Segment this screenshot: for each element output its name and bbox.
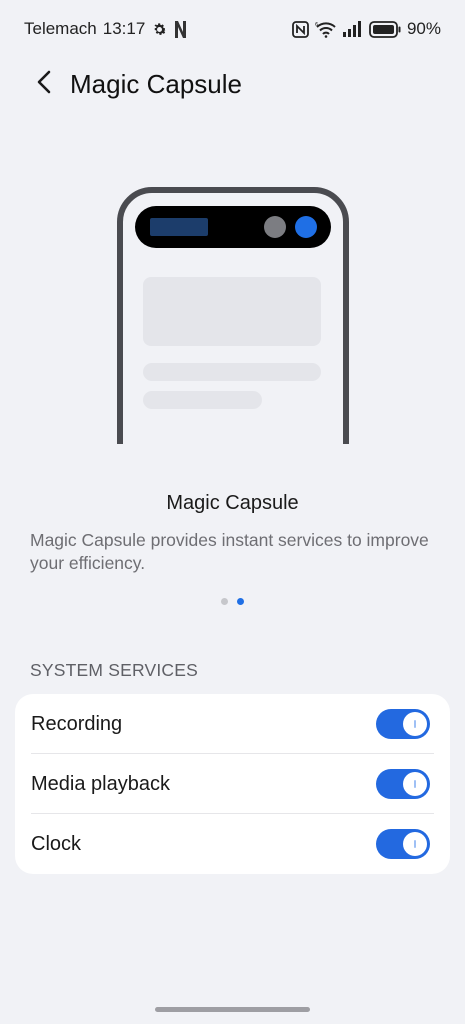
service-row-media-playback[interactable]: Media playback <box>15 754 450 814</box>
page-dot-active[interactable] <box>237 598 244 605</box>
clock-time: 13:17 <box>102 19 146 38</box>
feature-description: Magic Capsule provides instant services … <box>30 530 429 573</box>
page-indicator <box>0 598 465 605</box>
battery-icon <box>369 20 401 38</box>
carrier-name: Telemach <box>24 19 97 38</box>
signal-icon <box>342 21 363 37</box>
nfc-icon <box>292 20 309 38</box>
service-label: Media playback <box>31 772 170 795</box>
netflix-icon <box>174 20 187 38</box>
back-button[interactable] <box>20 60 68 108</box>
chevron-left-icon <box>37 70 51 99</box>
svg-text:6: 6 <box>315 22 318 28</box>
system-services-card: Recording Media playback Clock <box>15 694 450 874</box>
page-dot[interactable] <box>221 598 228 605</box>
service-row-clock[interactable]: Clock <box>15 814 450 874</box>
status-left: Telemach 13:17 <box>24 19 187 39</box>
status-bar: Telemach 13:17 6 90% <box>0 0 465 58</box>
status-right: 6 90% <box>292 19 441 39</box>
page-header: Magic Capsule <box>0 60 465 108</box>
service-label: Recording <box>31 712 123 735</box>
home-indicator[interactable] <box>155 1007 310 1012</box>
phone-illustration <box>116 186 350 446</box>
clock-toggle[interactable] <box>376 829 430 859</box>
toggle-knob <box>403 772 427 796</box>
page-title: Magic Capsule <box>70 68 242 99</box>
battery-percent: 90% <box>406 19 441 38</box>
service-label: Clock <box>31 832 82 855</box>
gear-icon <box>151 21 168 38</box>
service-row-recording[interactable]: Recording <box>15 694 450 754</box>
toggle-knob <box>403 832 427 856</box>
toggle-knob <box>403 712 427 736</box>
media-playback-toggle[interactable] <box>376 769 430 799</box>
wifi-icon: 6 <box>315 21 337 38</box>
system-services-header: SYSTEM SERVICES <box>30 660 199 680</box>
feature-title: Magic Capsule <box>166 492 299 514</box>
recording-toggle[interactable] <box>376 709 430 739</box>
